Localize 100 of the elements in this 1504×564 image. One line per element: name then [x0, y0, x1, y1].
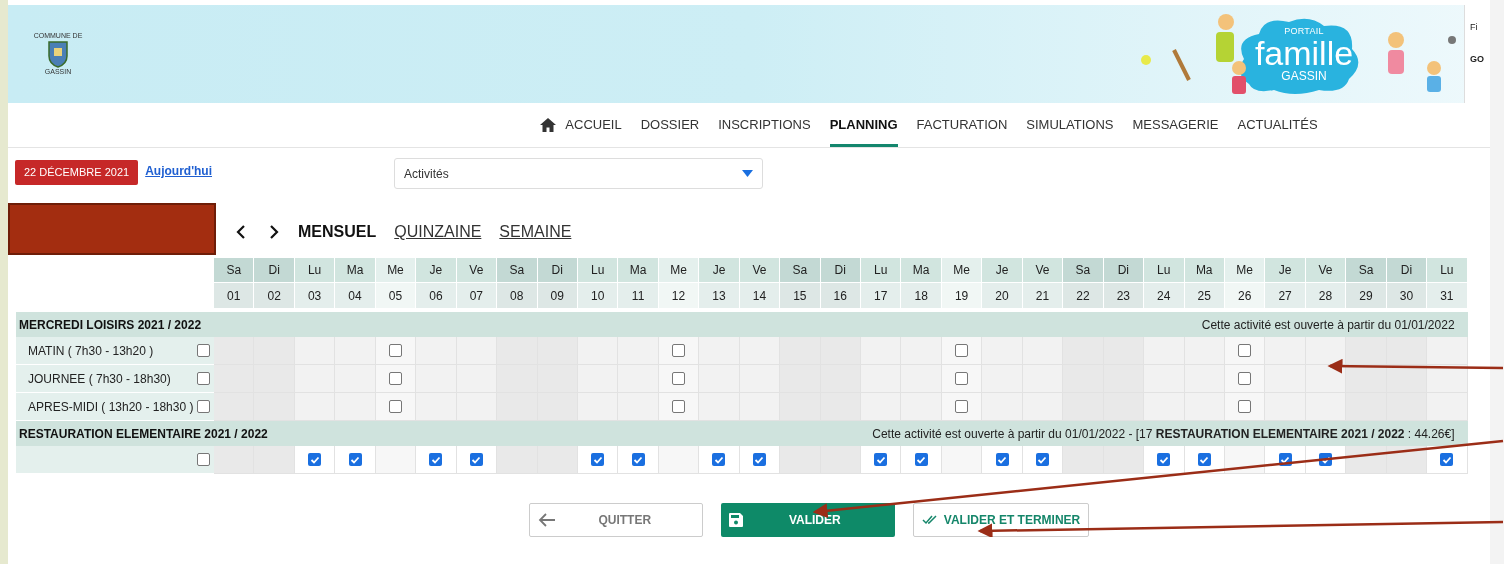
view-tab[interactable]: SEMAINE [499, 220, 572, 244]
activity-select[interactable]: Activités [394, 158, 763, 189]
row-label: MATIN ( 7h30 - 13h20 ) [28, 342, 154, 360]
date-header: 16 [820, 283, 861, 308]
date-header: 21 [1022, 283, 1064, 308]
previous-icon[interactable] [236, 225, 246, 239]
checkbox[interactable] [197, 344, 210, 357]
weekday-header: Di [254, 258, 295, 283]
date-header: 18 [901, 283, 942, 308]
checkbox[interactable] [429, 453, 443, 466]
checkbox[interactable] [752, 453, 766, 466]
validate-finish-button[interactable]: VALIDER ET TERMINER [912, 503, 1090, 537]
calendar-cell [861, 337, 902, 365]
view-tab[interactable]: QUINZAINE [394, 220, 482, 244]
view-tab[interactable]: MENSUEL [298, 220, 377, 244]
calendar-cell [1386, 337, 1428, 365]
checkbox[interactable] [308, 453, 322, 466]
checkbox[interactable] [1035, 453, 1049, 466]
date-header: 28 [1305, 283, 1347, 308]
checkbox[interactable] [469, 453, 483, 466]
next-icon[interactable] [269, 225, 279, 239]
date-header: 11 [618, 283, 659, 308]
checkbox[interactable] [672, 400, 686, 413]
calendar-cell [1022, 337, 1064, 365]
checkmark-icon [1037, 454, 1048, 465]
quit-button[interactable]: QUITTER [528, 503, 703, 537]
checkbox[interactable] [1238, 400, 1252, 413]
checkmark-icon [592, 454, 603, 465]
checkmark-icon [754, 454, 765, 465]
today-link[interactable]: Aujourd'hui [145, 162, 212, 180]
checkbox[interactable] [874, 453, 888, 466]
calendar-cell [780, 393, 821, 421]
date-header: 17 [861, 283, 902, 308]
checkbox[interactable] [955, 372, 969, 385]
checkbox[interactable] [712, 453, 726, 466]
checkmark-icon [1158, 454, 1169, 465]
nav-tab[interactable]: SIMULATIONS [1026, 103, 1114, 147]
weekday-header: Sa [497, 258, 538, 283]
save-button[interactable]: VALIDER [720, 503, 895, 537]
checkbox[interactable] [1238, 372, 1252, 385]
weekday-header: Je [1265, 258, 1306, 283]
checkbox[interactable] [197, 400, 210, 413]
checkbox[interactable] [631, 453, 645, 466]
nav-tab[interactable]: INSCRIPTIONS [718, 103, 811, 147]
row-label: APRES-MIDI ( 13h20 - 18h30 ) [28, 398, 194, 416]
calendar-cell [861, 393, 902, 421]
weekday-header: Lu [577, 258, 619, 283]
checkbox[interactable] [995, 453, 1009, 466]
checkbox[interactable] [914, 453, 928, 466]
date-header: 29 [1346, 283, 1387, 308]
checkbox[interactable] [1440, 453, 1454, 466]
calendar-cell [1305, 337, 1347, 365]
weekday-header: Je [699, 258, 740, 283]
checkbox[interactable] [672, 372, 686, 385]
edge-text: Fi [1470, 21, 1479, 34]
calendar-cell [1427, 365, 1468, 393]
calendar-cell [577, 337, 619, 365]
calendar-cell [577, 393, 619, 421]
weekday-header: Di [820, 258, 861, 283]
date-header: 05 [375, 283, 417, 308]
calendar-cell [254, 337, 295, 365]
checkmark-icon [430, 454, 441, 465]
calendar-cell [739, 393, 781, 421]
weekday-header: Me [1224, 258, 1266, 283]
calendar-cell [1427, 393, 1468, 421]
checkbox[interactable] [1157, 453, 1171, 466]
nav-tab[interactable]: ACCUEIL [540, 103, 622, 147]
checkbox[interactable] [197, 453, 210, 466]
nav-tab[interactable]: FACTURATION [916, 103, 1008, 147]
checkbox[interactable] [1197, 453, 1211, 466]
weekday-header: Ve [1305, 258, 1347, 283]
nav-tab[interactable]: MESSAGERIE [1132, 103, 1219, 147]
checkbox[interactable] [591, 453, 605, 466]
checkbox[interactable] [348, 453, 362, 466]
calendar-cell [1346, 393, 1387, 421]
weekday-header: Lu [861, 258, 902, 283]
calendar-cell [1103, 393, 1145, 421]
checkbox[interactable] [388, 400, 402, 413]
checkbox[interactable] [672, 344, 686, 357]
nav-tab[interactable]: PLANNING [829, 103, 898, 147]
checkbox[interactable] [955, 344, 969, 357]
logo-text: PORTAIL [1284, 26, 1324, 36]
checkbox[interactable] [197, 372, 210, 385]
group-title: MERCREDI LOISIRS 2021 / 2022 [19, 316, 202, 334]
date-header: 27 [1265, 283, 1306, 308]
weekday-header: Ma [901, 258, 942, 283]
weekday-header: Sa [1063, 258, 1104, 283]
date-header: 12 [658, 283, 700, 308]
checkbox[interactable] [388, 372, 402, 385]
nav-tab[interactable]: ACTUALITÉS [1237, 103, 1318, 147]
calendar-cell [497, 337, 538, 365]
checkbox[interactable] [955, 400, 969, 413]
checkbox[interactable] [1238, 344, 1252, 357]
caret-icon [742, 170, 753, 177]
row-label: JOURNEE ( 7h30 - 18h30) [28, 370, 171, 388]
date-header: 26 [1224, 283, 1266, 308]
calendar-cell [254, 393, 295, 421]
checkbox[interactable] [388, 344, 402, 357]
nav-tab[interactable]: DOSSIER [640, 103, 700, 147]
date-header: 23 [1103, 283, 1145, 308]
